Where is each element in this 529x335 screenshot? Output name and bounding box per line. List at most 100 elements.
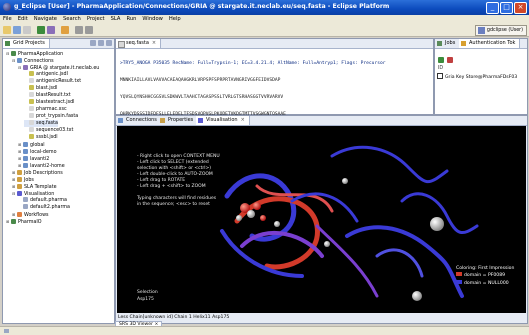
open-type-icon[interactable] xyxy=(61,26,69,34)
token-row-label: Gria Key Store@PharmaFDsF03 xyxy=(445,75,518,80)
tree-item[interactable]: ⊞ Jobs xyxy=(12,176,34,183)
tab-visualisation-label: Visualisation xyxy=(206,117,238,123)
tree-item[interactable]: ⊞ Job Descriptions xyxy=(12,169,63,176)
menu-bar: File Edit Navigate Search Project SLA Ru… xyxy=(0,15,529,24)
tree-node-icon xyxy=(29,92,34,97)
tree-item[interactable]: ⊞ global xyxy=(18,141,45,148)
molecule-3d-viewer[interactable]: - Right click to open CONTEXT MENU - Lef… xyxy=(117,126,526,313)
key-icon xyxy=(461,41,466,46)
print-icon[interactable] xyxy=(23,26,31,34)
menu-window[interactable]: Window xyxy=(139,15,165,24)
visualisation-icon xyxy=(198,118,203,123)
tree-item-label: blastResult.txt xyxy=(36,93,71,98)
tree-item[interactable]: seq.fasta xyxy=(24,120,58,127)
tree-item[interactable]: ⊞ lavanti2-home xyxy=(18,162,65,169)
tree-item[interactable]: ⊞ lavanti2 xyxy=(18,155,49,162)
tree-item[interactable]: ⊞ local-demo xyxy=(18,148,57,155)
tab-seq-fasta-label: seq.fasta xyxy=(126,40,149,46)
tree-node-icon xyxy=(17,177,22,182)
link-editor-icon[interactable] xyxy=(98,40,104,46)
tree-item[interactable]: ⊞ Workflows xyxy=(12,211,49,218)
menu-edit[interactable]: Edit xyxy=(15,15,31,24)
eclipse-app-icon xyxy=(3,3,11,11)
tree-item[interactable]: blastextract.jsdl xyxy=(24,99,74,106)
tab-seq-fasta[interactable]: seq.fasta × xyxy=(116,39,162,48)
tab-authentication-tokens[interactable]: Authentication Tok xyxy=(459,39,521,48)
file-icon xyxy=(118,41,125,48)
tab-visualisation[interactable]: Visualisation × xyxy=(196,116,250,125)
menu-run[interactable]: Run xyxy=(123,15,139,24)
tree-item-label: seq.fasta xyxy=(36,121,58,126)
tree-node-icon xyxy=(23,156,28,161)
tab-jobs-label: Jobs xyxy=(445,40,456,46)
window-titlebar[interactable]: g_Eclipse [User] - PharmaApplication/Con… xyxy=(0,0,529,15)
main-toolbar: gdclipse (User) xyxy=(0,24,529,37)
tree-node-icon xyxy=(11,219,16,224)
legend-swatch-blue xyxy=(456,279,462,284)
tree-item[interactable]: pharmac.xsc xyxy=(24,106,67,113)
tab-grid-projects[interactable]: Grid Projects xyxy=(3,39,50,48)
token-checkbox[interactable] xyxy=(437,73,443,79)
close-tab-icon[interactable]: × xyxy=(152,40,156,46)
menu-file[interactable]: File xyxy=(0,15,15,24)
tree-node-icon xyxy=(23,197,28,202)
menu-help[interactable]: Help xyxy=(166,15,184,24)
tree-item[interactable]: ⊞ SLA Template xyxy=(12,183,57,190)
tab-auth-label: Authentication Tok xyxy=(469,40,516,46)
tree-item-label: blastextract.jsdl xyxy=(36,100,75,105)
tree-item[interactable]: prot_trypsin.fasta xyxy=(24,113,78,120)
menu-sla[interactable]: SLA xyxy=(108,15,124,24)
remove-token-icon[interactable] xyxy=(447,57,453,63)
menu-project[interactable]: Project xyxy=(84,15,108,24)
close-tab-icon[interactable]: × xyxy=(241,117,245,123)
column-header-id: ID xyxy=(438,66,444,71)
tree-item[interactable]: blast.jsdl xyxy=(24,85,57,92)
tree-item-label: blast.jsdl xyxy=(36,86,58,91)
add-token-icon[interactable] xyxy=(438,57,444,63)
tree-item[interactable]: default.pharma xyxy=(18,197,67,204)
tree-item[interactable]: blastResult.txt xyxy=(24,92,71,99)
tree-node-icon xyxy=(29,78,34,83)
tab-jobs[interactable]: Jobs xyxy=(435,39,461,48)
back-icon[interactable] xyxy=(75,26,83,34)
perspective-switcher[interactable]: gdclipse (User) xyxy=(474,25,527,36)
run-icon[interactable] xyxy=(37,26,45,34)
tree-item[interactable]: antigenicResult.txt xyxy=(24,78,81,85)
tree-item[interactable]: ⊞ PharmaIO xyxy=(6,218,42,225)
tree-item[interactable]: antigenic.jsdl xyxy=(24,71,68,78)
tree-item-label: antigenicResult.txt xyxy=(36,79,82,84)
fast-view-icon[interactable] xyxy=(4,329,9,333)
tree-item[interactable]: sequence03.txt xyxy=(24,127,73,134)
tab-connections[interactable]: Connections xyxy=(116,116,162,125)
legend-label: domain = NULL000 xyxy=(464,280,509,286)
tab-properties[interactable]: Properties xyxy=(158,116,199,125)
tree-item-label: pharmac.xsc xyxy=(36,107,67,112)
tab-properties-label: Properties xyxy=(168,117,194,123)
menu-search[interactable]: Search xyxy=(60,15,84,24)
tree-node-icon xyxy=(29,134,34,139)
token-row[interactable]: Gria Key Store@PharmaFDsF03 xyxy=(437,73,525,80)
close-button[interactable]: × xyxy=(514,2,527,14)
tab-grid-projects-label: Grid Projects xyxy=(13,40,45,46)
tree-item[interactable]: ⊟ Visualisation xyxy=(12,190,54,197)
search-icon[interactable] xyxy=(47,26,55,34)
tree-item[interactable]: ⊟ Connections xyxy=(12,57,54,64)
tree-item-label: default.pharma xyxy=(30,198,67,203)
right-tabbar: Jobs Authentication Tok xyxy=(435,39,527,49)
minimize-button[interactable]: _ xyxy=(486,2,499,14)
save-icon[interactable] xyxy=(13,26,21,34)
perspective-label: gdclipse (User) xyxy=(486,28,523,33)
legend-entry: domain = PF0089 xyxy=(456,272,520,280)
tree-item[interactable]: sssbl.jsdl xyxy=(24,134,58,141)
tree-node-icon xyxy=(11,51,16,56)
forward-icon[interactable] xyxy=(85,26,93,34)
menu-navigate[interactable]: Navigate xyxy=(31,15,60,24)
tree-item[interactable]: ⊟ PharmaApplication xyxy=(6,50,63,57)
new-icon[interactable] xyxy=(3,26,11,34)
view-menu-icon[interactable] xyxy=(106,40,112,46)
tree-item[interactable]: ⊟ GRIA @ stargate.it.neclab.eu xyxy=(18,64,99,71)
tree-item[interactable]: default2.pharma xyxy=(18,204,70,211)
tree-node-icon xyxy=(29,71,34,76)
maximize-button[interactable]: □ xyxy=(500,2,513,14)
collapse-all-icon[interactable] xyxy=(90,40,96,46)
